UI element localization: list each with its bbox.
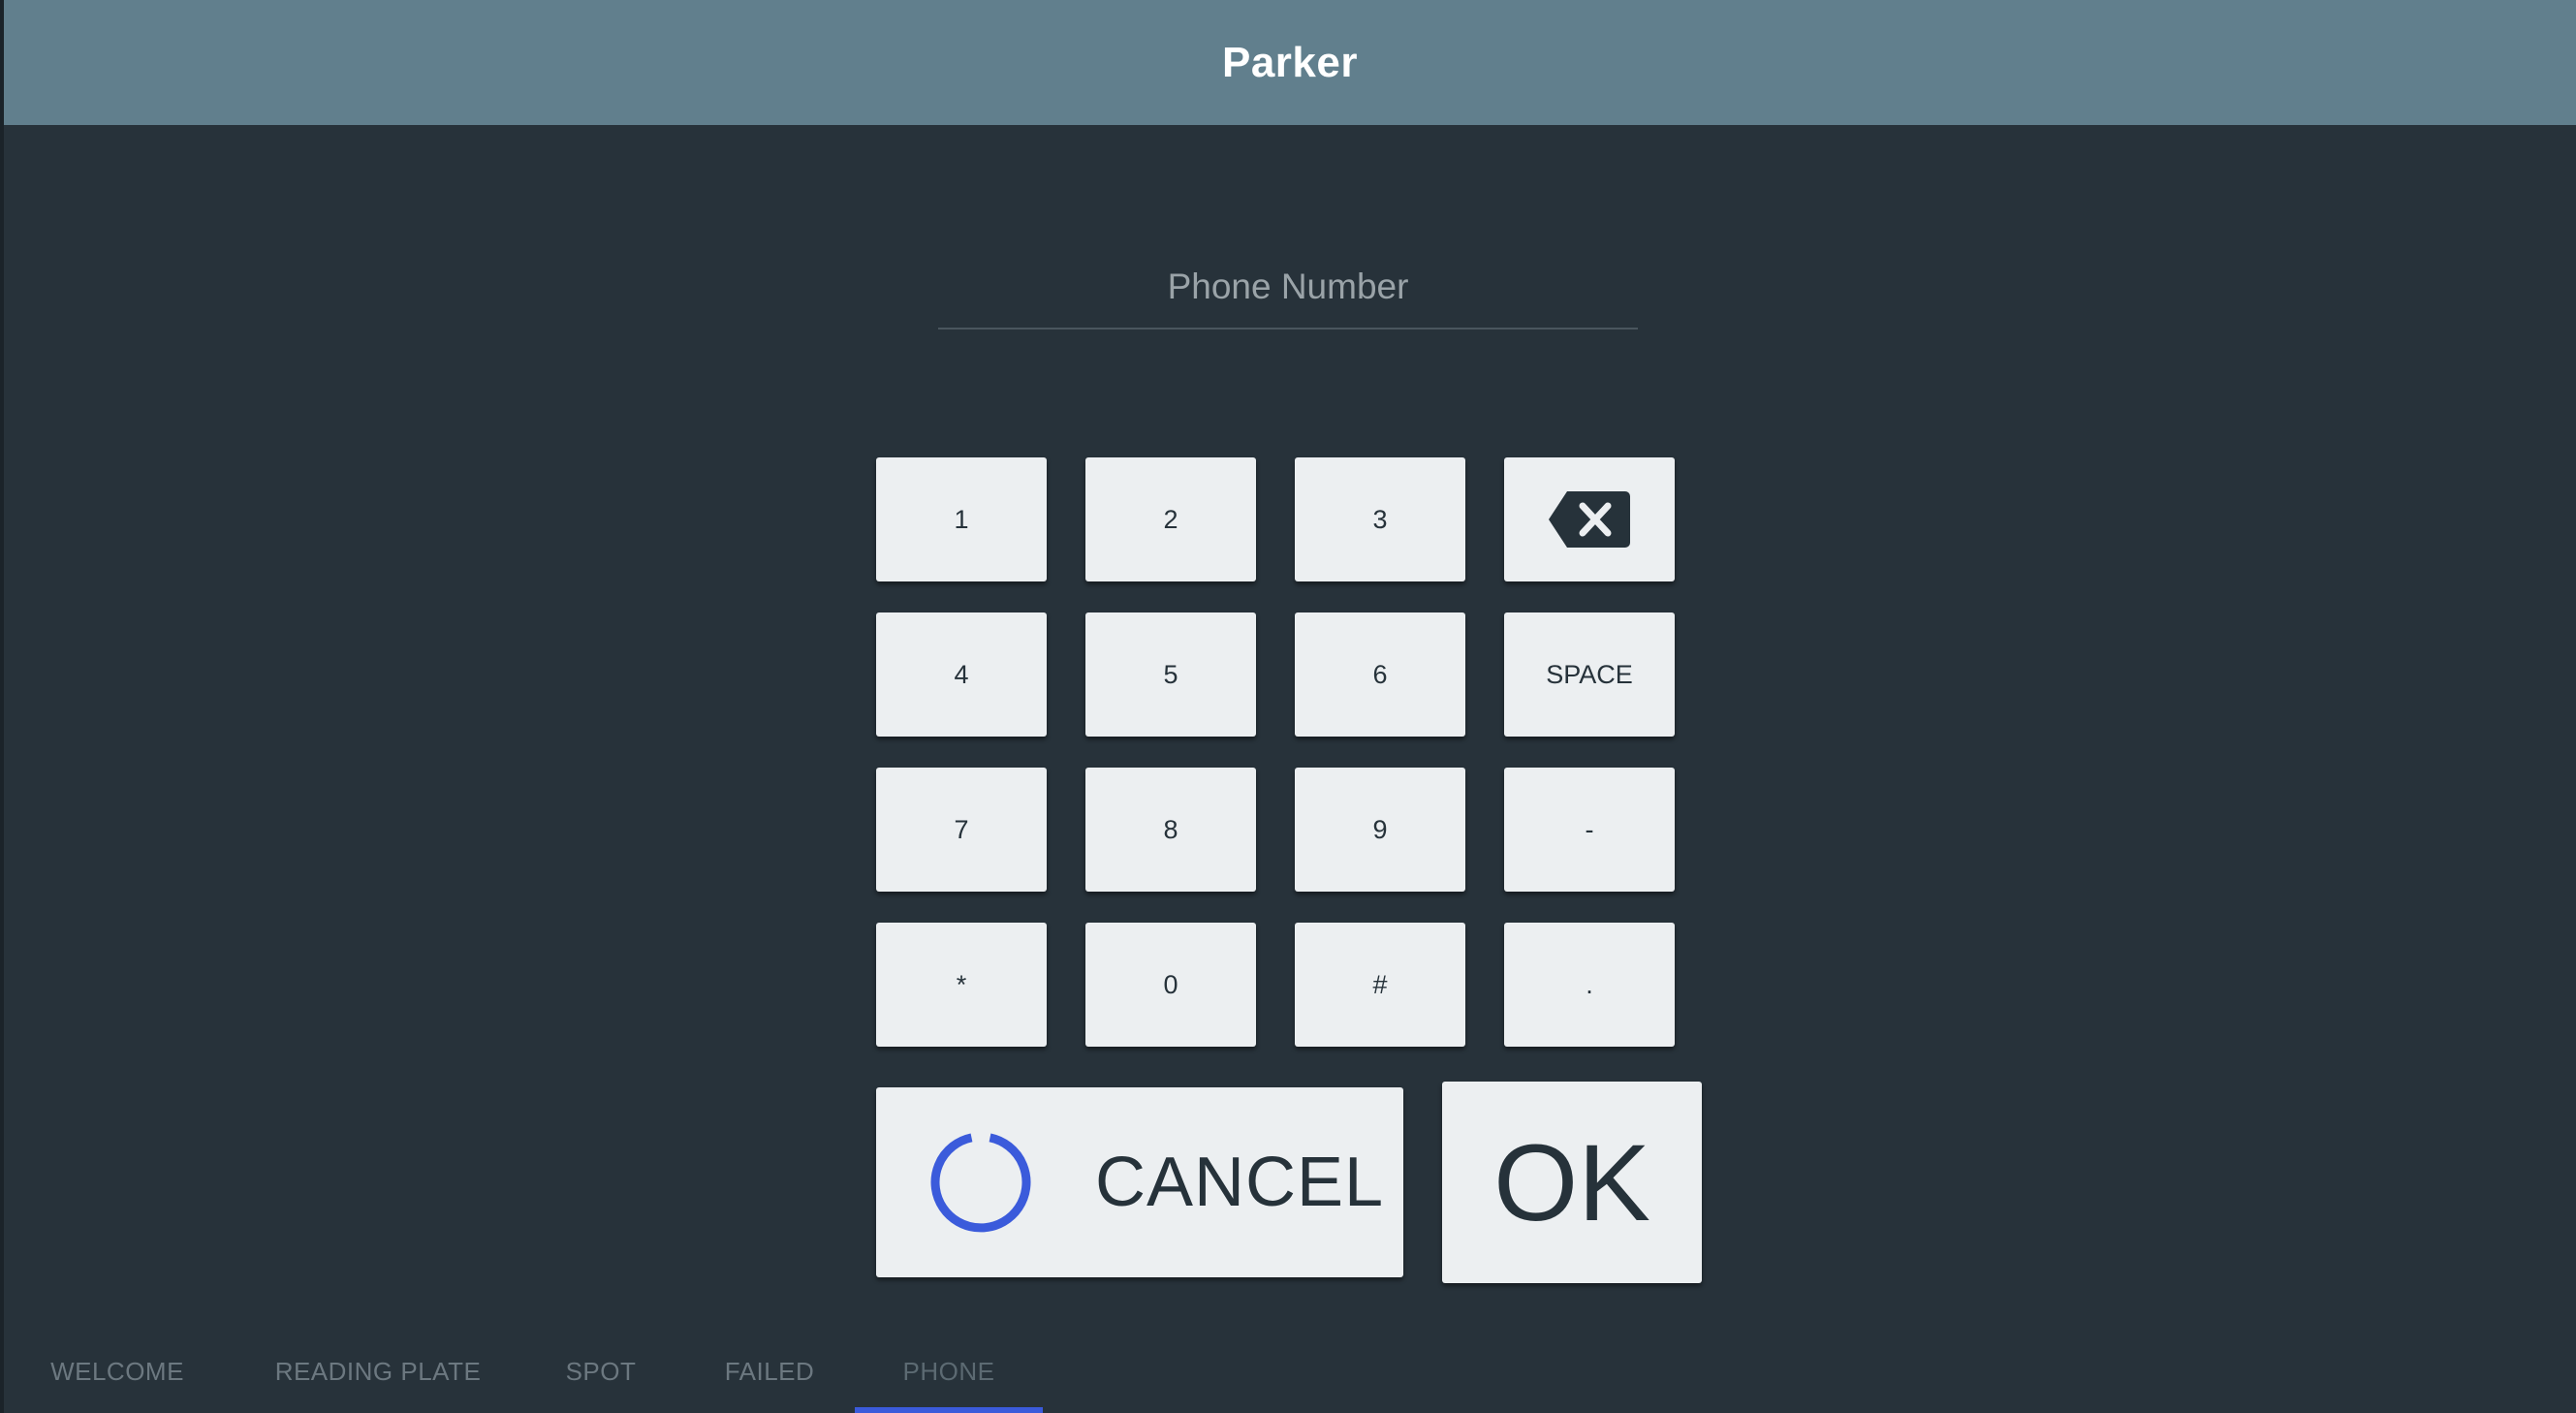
backspace-icon [1549, 491, 1630, 548]
title-bar: Parker [4, 0, 2576, 125]
key-2[interactable]: 2 [1085, 457, 1256, 581]
key-4[interactable]: 4 [876, 612, 1047, 737]
cancel-button[interactable]: CANCEL [876, 1087, 1403, 1277]
tab-failed[interactable]: FAILED [682, 1330, 857, 1413]
tab-spot[interactable]: SPOT [527, 1330, 675, 1413]
backspace-key[interactable] [1504, 457, 1675, 581]
key-5[interactable]: 5 [1085, 612, 1256, 737]
phone-number-input[interactable] [938, 250, 1638, 324]
key-6[interactable]: 6 [1295, 612, 1465, 737]
app-title: Parker [1221, 38, 1358, 86]
asterisk-key[interactable]: * [876, 923, 1047, 1047]
key-9[interactable]: 9 [1295, 768, 1465, 892]
key-7[interactable]: 7 [876, 768, 1047, 892]
key-1[interactable]: 1 [876, 457, 1047, 581]
period-key[interactable]: . [1504, 923, 1675, 1047]
key-3[interactable]: 3 [1295, 457, 1465, 581]
key-8[interactable]: 8 [1085, 768, 1256, 892]
key-0[interactable]: 0 [1085, 923, 1256, 1047]
cancel-label: CANCEL [1095, 1144, 1385, 1221]
hash-key[interactable]: # [1295, 923, 1465, 1047]
loading-spinner-icon [930, 1133, 1031, 1233]
step-tab-bar: WELCOME READING PLATE SPOT FAILED PHONE [4, 1330, 2576, 1413]
tab-welcome[interactable]: WELCOME [19, 1330, 215, 1413]
tab-reading-plate[interactable]: READING PLATE [240, 1330, 516, 1413]
tab-phone[interactable]: PHONE [855, 1330, 1043, 1413]
active-tab-indicator [855, 1407, 1043, 1413]
ok-button[interactable]: OK [1442, 1082, 1702, 1283]
space-key[interactable]: SPACE [1504, 612, 1675, 737]
phone-number-field[interactable] [938, 250, 1638, 330]
dash-key[interactable]: - [1504, 768, 1675, 892]
window-edge [0, 0, 4, 1413]
parker-app: Parker 1 2 3 4 5 6 SPACE 7 8 9 - * 0 # .… [0, 0, 2576, 1413]
